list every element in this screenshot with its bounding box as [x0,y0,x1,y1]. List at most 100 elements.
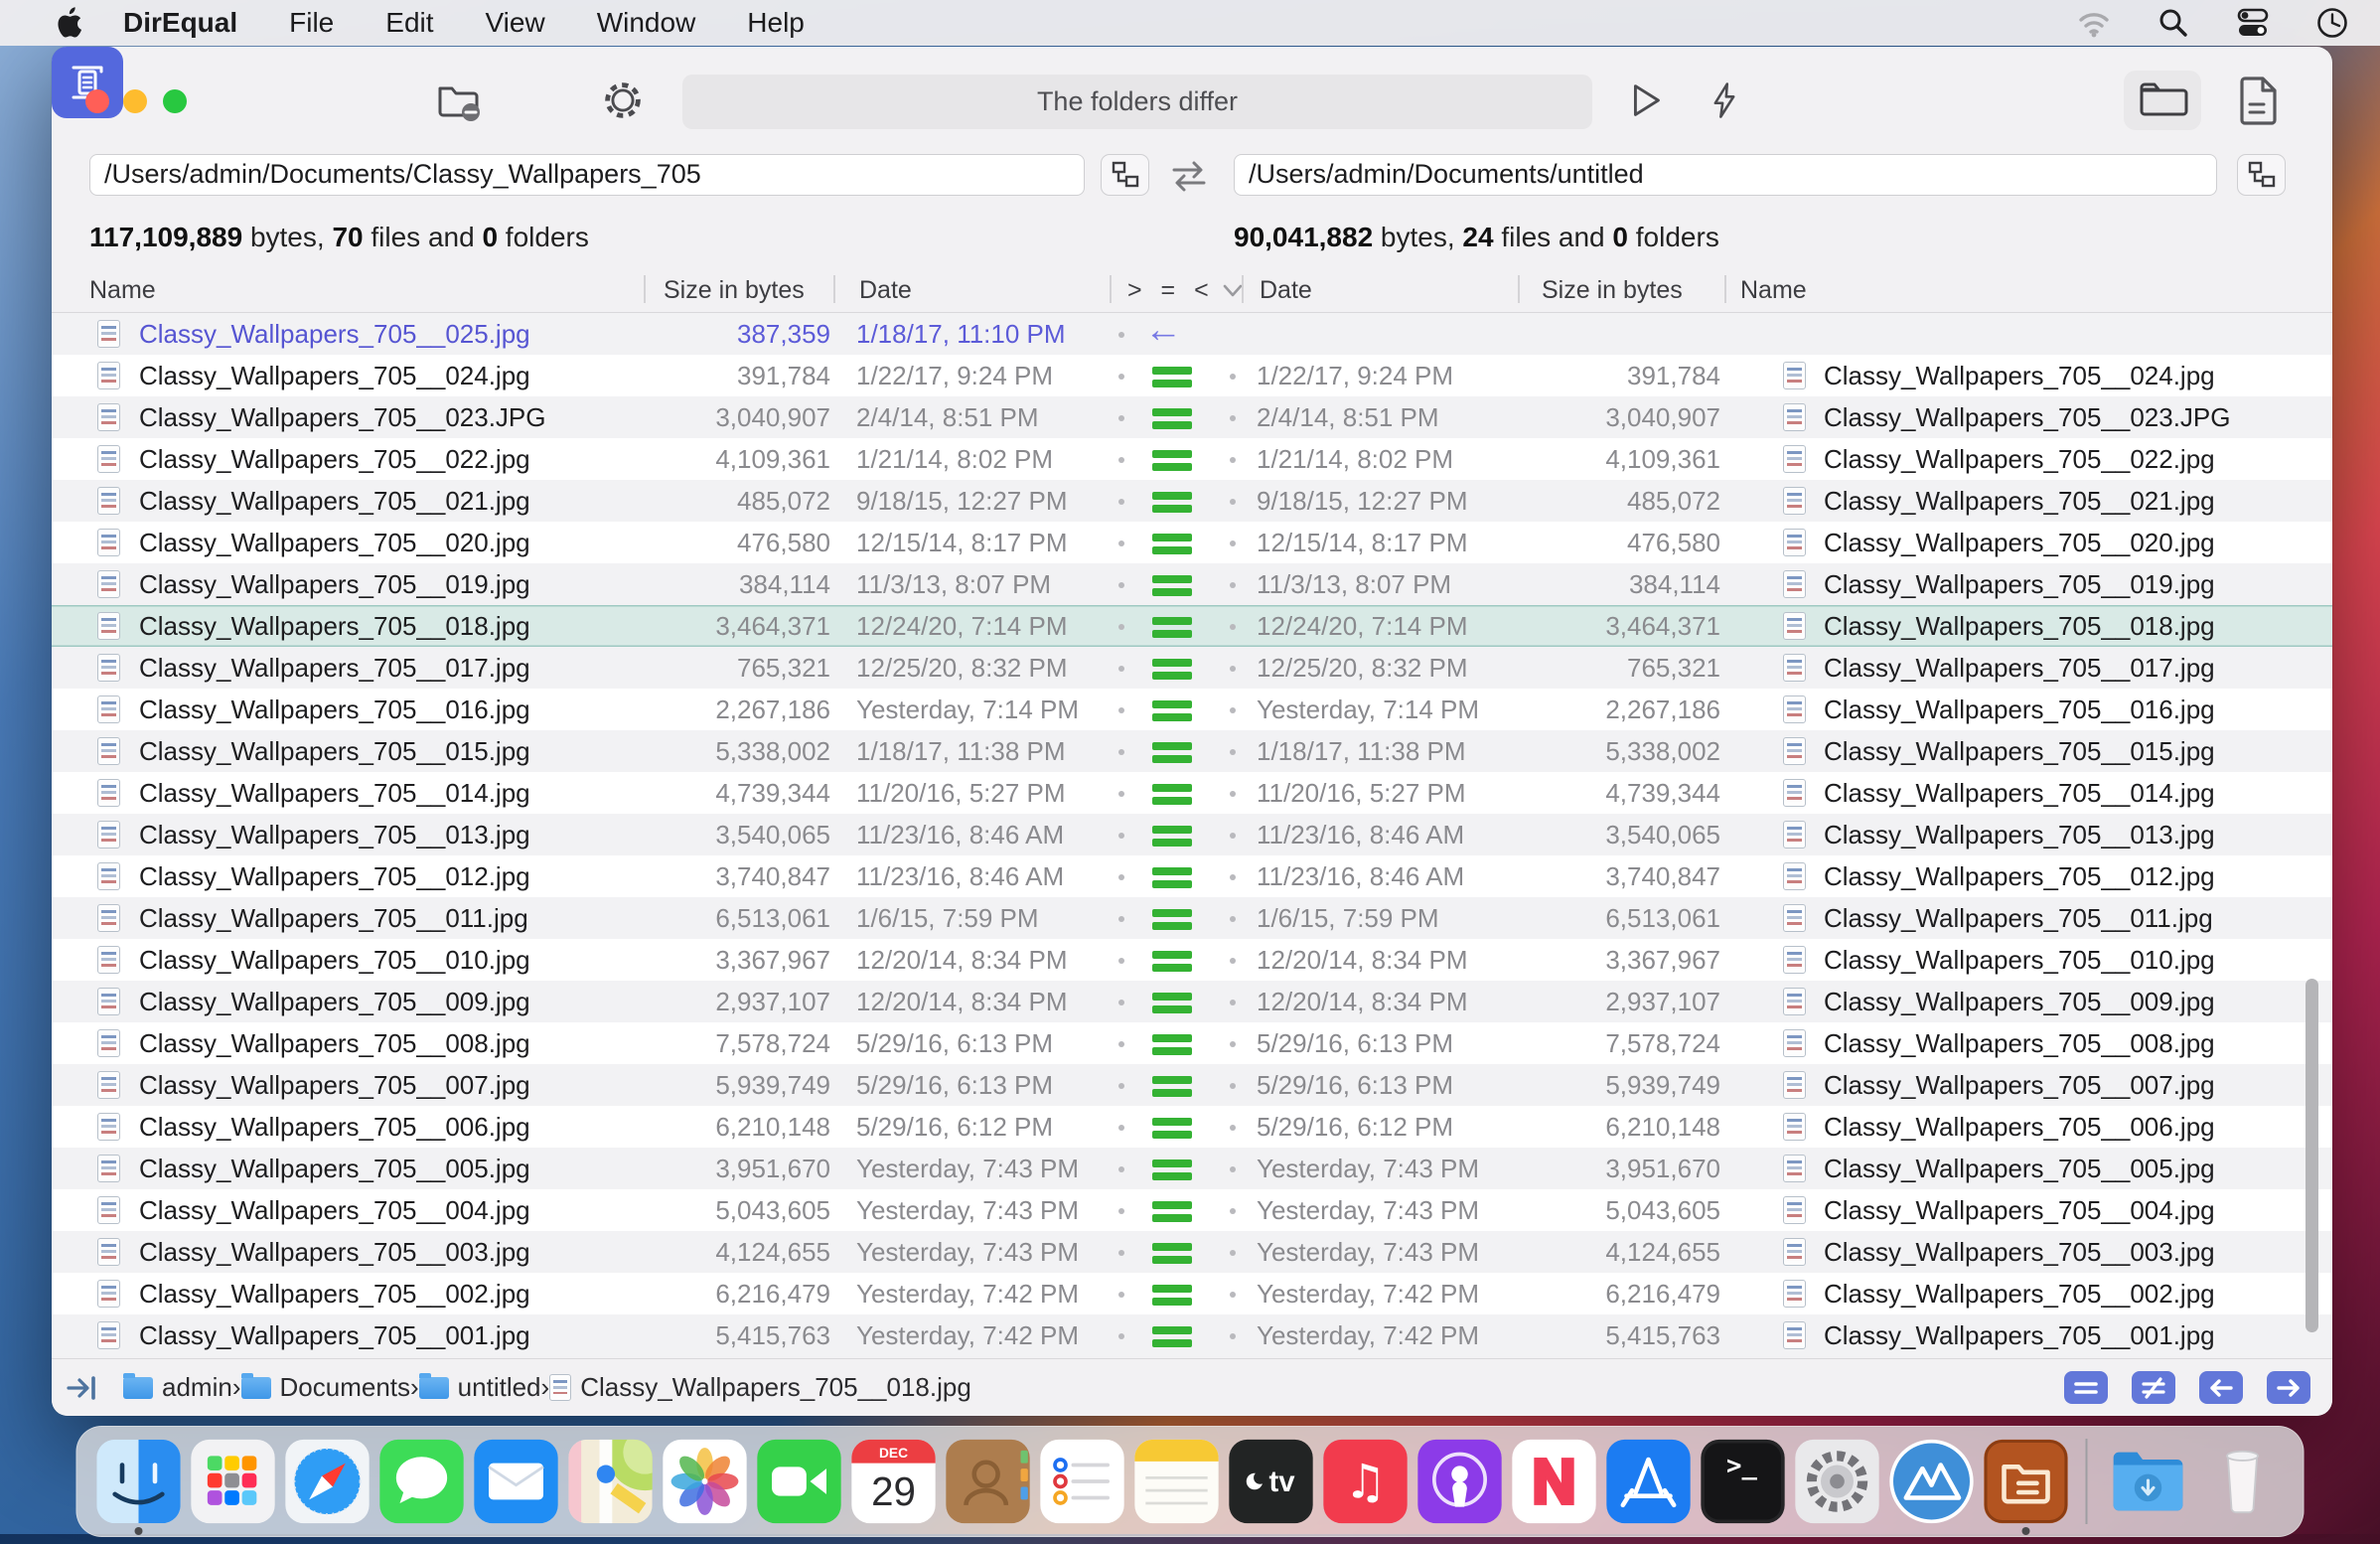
column-header-date-right[interactable]: Date [1260,276,1312,305]
right-choose-folder-button[interactable] [2237,154,2286,196]
wifi-icon[interactable] [2076,5,2112,41]
menu-item-file[interactable]: File [289,7,334,39]
dock-downloads-icon[interactable] [2101,1426,2195,1537]
swap-sides-icon[interactable] [1168,158,1210,194]
table-row[interactable]: Classy_Wallpapers_705__013.jpg 3,540,065 1… [52,814,2332,855]
minimize-button[interactable] [123,89,147,113]
table-row[interactable]: Classy_Wallpapers_705__023.JPG 3,040,907 2… [52,396,2332,438]
table-row[interactable]: Classy_Wallpapers_705__018.jpg 3,464,371 1… [52,605,2332,647]
dock-photos-icon[interactable] [658,1426,752,1537]
dock-appstore-icon[interactable] [1601,1426,1696,1537]
remove-folder-button[interactable] [433,75,485,126]
dock-music-icon[interactable]: ♫ [1318,1426,1413,1537]
filter-arrow-left-button[interactable] [2199,1371,2243,1404]
breadcrumb-item-3[interactable]: Classy_Wallpapers_705__018.jpg [549,1372,971,1403]
table-row[interactable]: Classy_Wallpapers_705__007.jpg 5,939,749 5… [52,1064,2332,1106]
control-center-icon[interactable] [2235,5,2271,41]
reveal-path-icon[interactable] [66,1373,101,1403]
menu-app-name[interactable]: DirEqual [123,7,237,39]
column-header-compare[interactable]: > = < [1127,276,1215,305]
table-row[interactable]: Classy_Wallpapers_705__002.jpg 6,216,479 Y… [52,1273,2332,1314]
dock-contacts-icon[interactable] [941,1426,1035,1537]
report-document-button[interactable] [2233,75,2285,126]
table-row[interactable]: Classy_Wallpapers_705__008.jpg 7,578,724 5… [52,1022,2332,1064]
clock-icon[interactable] [2314,5,2350,41]
dock-launchpad-icon[interactable] [186,1426,280,1537]
table-row[interactable]: Classy_Wallpapers_705__015.jpg 5,338,002 1… [52,730,2332,772]
equal-icon [1152,700,1192,722]
table-row[interactable]: Classy_Wallpapers_705__012.jpg 3,740,847 1… [52,855,2332,897]
run-compare-button[interactable] [1619,75,1671,126]
column-header-name-right[interactable]: Name [1740,276,1807,305]
column-header-date-left[interactable]: Date [859,276,912,305]
equal-icon [1152,492,1192,514]
open-folder-button[interactable] [2124,71,2201,130]
dock-mail-icon[interactable] [469,1426,563,1537]
dock-tv-icon[interactable]: tv [1224,1426,1318,1537]
menu-item-help[interactable]: Help [747,7,805,39]
quick-sync-button[interactable] [1699,75,1750,126]
dock-news-icon[interactable] [1507,1426,1601,1537]
dock-podcasts-icon[interactable] [1413,1426,1507,1537]
zoom-button[interactable] [163,89,187,113]
table-row[interactable]: Classy_Wallpapers_705__009.jpg 2,937,107 1… [52,981,2332,1022]
left-file-size: 5,415,763 [715,1320,830,1350]
column-header-name-left[interactable]: Name [89,276,156,305]
dock-calendar-icon[interactable]: DEC 29 [846,1426,941,1537]
menu-item-edit[interactable]: Edit [385,7,433,39]
right-file-date: 1/21/14, 8:02 PM [1257,444,1454,474]
dock-trash-icon[interactable] [2195,1426,2290,1537]
table-row[interactable]: Classy_Wallpapers_705__005.jpg 3,951,670 Y… [52,1148,2332,1189]
left-choose-folder-button[interactable] [1101,154,1149,196]
table-row[interactable]: Classy_Wallpapers_705__017.jpg 765,321 12/… [52,647,2332,689]
breadcrumb-item-2[interactable]: untitled [418,1372,541,1403]
table-row[interactable]: Classy_Wallpapers_705__020.jpg 476,580 12/… [52,522,2332,563]
left-file-name: Classy_Wallpapers_705__016.jpg [139,695,530,724]
settings-gear-button[interactable] [597,75,649,126]
dock-reminders-icon[interactable] [1035,1426,1129,1537]
dock-notes-icon[interactable] [1129,1426,1224,1537]
table-row[interactable]: Classy_Wallpapers_705__016.jpg 2,267,186 Y… [52,689,2332,730]
vertical-scrollbar[interactable] [2306,979,2318,1332]
right-path-input[interactable]: /Users/admin/Documents/untitled [1234,154,2217,196]
right-file-date: 12/24/20, 7:14 PM [1257,611,1468,641]
dock-facetime-icon[interactable] [752,1426,846,1537]
dock-direqual-icon[interactable] [1979,1426,2073,1537]
dock-messages-icon[interactable] [374,1426,469,1537]
column-header-size-left[interactable]: Size in bytes [664,276,805,305]
dock-mountain-app-icon[interactable] [1884,1426,1979,1537]
dock-safari-icon[interactable] [280,1426,374,1537]
file-icon [97,904,120,932]
breadcrumb-item-1[interactable]: Documents [240,1372,410,1403]
filter-arrow-right-button[interactable] [2267,1371,2310,1404]
table-row[interactable]: Classy_Wallpapers_705__001.jpg 5,415,763 Y… [52,1314,2332,1356]
apple-menu-icon[interactable] [54,6,83,40]
table-row[interactable]: Classy_Wallpapers_705__006.jpg 6,210,148 5… [52,1106,2332,1148]
close-button[interactable] [85,89,109,113]
menu-item-view[interactable]: View [486,7,545,39]
table-row[interactable]: Classy_Wallpapers_705__010.jpg 3,367,967 1… [52,939,2332,981]
menu-item-window[interactable]: Window [597,7,696,39]
search-icon[interactable] [2156,5,2191,41]
dock-maps-icon[interactable] [563,1426,658,1537]
column-header-size-right[interactable]: Size in bytes [1542,276,1683,305]
table-row[interactable]: Classy_Wallpapers_705__014.jpg 4,739,344 1… [52,772,2332,814]
filter-equal-button[interactable] [2064,1371,2108,1404]
table-row[interactable]: Classy_Wallpapers_705__024.jpg 391,784 1/2… [52,355,2332,396]
chevron-down-icon[interactable] [1222,283,1244,299]
left-path-input[interactable]: /Users/admin/Documents/Classy_Wallpapers… [89,154,1085,196]
filter-not-equal-button[interactable] [2132,1371,2175,1404]
table-row[interactable]: Classy_Wallpapers_705__003.jpg 4,124,655 Y… [52,1231,2332,1273]
table-row[interactable]: Classy_Wallpapers_705__022.jpg 4,109,361 1… [52,438,2332,480]
table-row[interactable]: Classy_Wallpapers_705__004.jpg 5,043,605 Y… [52,1189,2332,1231]
table-row[interactable]: Classy_Wallpapers_705__019.jpg 384,114 11/… [52,563,2332,605]
dock-settings-icon[interactable] [1790,1426,1884,1537]
breadcrumb-item-0[interactable]: admin [123,1372,232,1403]
table-row[interactable]: Classy_Wallpapers_705__021.jpg 485,072 9/1… [52,480,2332,522]
file-icon [97,946,120,974]
table-row[interactable]: Classy_Wallpapers_705__025.jpg 387,359 1/1… [52,313,2332,355]
file-icon [1783,988,1806,1015]
table-row[interactable]: Classy_Wallpapers_705__011.jpg 6,513,061 1… [52,897,2332,939]
dock-terminal-icon[interactable]: >_ [1696,1426,1790,1537]
dock-finder-icon[interactable] [91,1426,186,1537]
